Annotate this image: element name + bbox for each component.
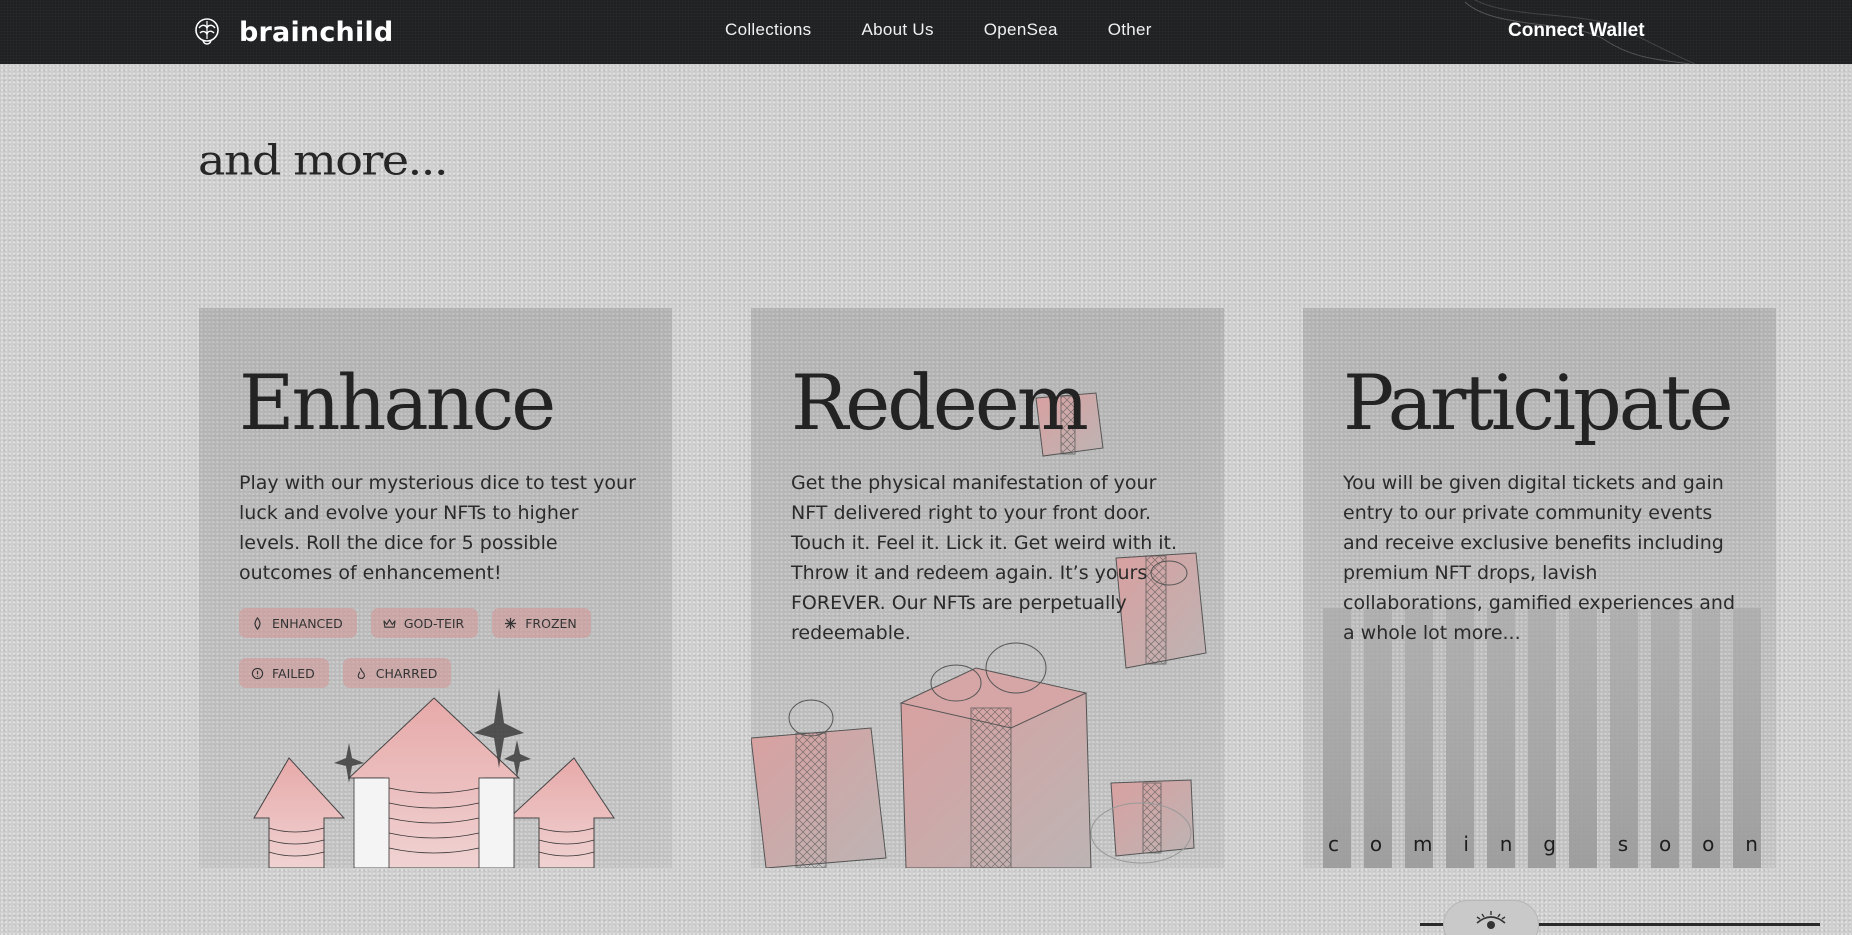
arrows-illustration — [253, 688, 615, 868]
brand-logo[interactable]: brainchild — [191, 16, 393, 48]
tag-label: GOD-TEIR — [403, 615, 465, 631]
coming-soon-letter: o — [1702, 832, 1715, 856]
coming-soon-letter: n — [1499, 832, 1513, 856]
tag-failed[interactable]: FAILED — [239, 658, 329, 688]
nav-link-other[interactable]: Other — [1108, 20, 1152, 40]
coming-soon-letter: o — [1658, 832, 1672, 856]
connect-wallet-button[interactable]: Connect Wallet — [1508, 20, 1645, 42]
coming-soon-letter: m — [1412, 832, 1433, 856]
card-participate: Participate You will be given digital ti… — [1303, 308, 1776, 868]
card-title-redeem: Redeem — [791, 358, 1089, 447]
flame-icon — [254, 616, 261, 630]
coming-soon-letter: o — [1369, 832, 1383, 856]
nav-link-opensea[interactable]: OpenSea — [984, 20, 1058, 40]
card-description-participate: You will be given digital tickets and ga… — [1343, 472, 1736, 644]
tag-label: CHARRED — [375, 665, 438, 681]
coming-soon-letter: g — [1543, 832, 1556, 856]
card-title-participate: Participate — [1343, 358, 1734, 447]
tag-label: ENHANCED — [272, 615, 343, 631]
coming-soon-letter: i — [1463, 832, 1469, 856]
tag-enhanced[interactable]: ENHANCED — [239, 608, 357, 638]
tag-label: FAILED — [272, 665, 315, 681]
card-redeem: Redeem Get the physical manifestation of… — [751, 308, 1224, 868]
coming-soon-letter: c — [1328, 832, 1339, 856]
card-enhance: Enhance Play with our mysterious dice to… — [199, 308, 672, 868]
eye-icon — [1476, 911, 1506, 929]
alert-circle-icon — [251, 667, 264, 679]
coming-soon-letter: s — [1617, 832, 1629, 856]
crown-icon — [383, 618, 396, 628]
card-description-redeem: Get the physical manifestation of your N… — [791, 472, 1178, 644]
enhancement-tags: ENHANCED GOD-TEIR FROZEN FAILED CHARRED — [239, 608, 659, 688]
tag-god-teir[interactable]: GOD-TEIR — [370, 608, 479, 638]
brain-icon — [195, 18, 219, 45]
coming-soon-label: c o m i n g s o o n — [1328, 832, 1758, 856]
section-title: and more... — [198, 136, 449, 185]
scroll-handle[interactable] — [1443, 900, 1539, 935]
tag-charred[interactable]: CHARRED — [342, 658, 452, 688]
nav-link-collections[interactable]: Collections — [725, 20, 811, 40]
main-nav: Collections About Us OpenSea Other — [725, 20, 1152, 40]
snowflake-icon — [505, 617, 517, 629]
card-description-enhance: Play with our mysterious dice to test yo… — [239, 472, 636, 584]
nav-link-about-us[interactable]: About Us — [861, 20, 933, 40]
tag-label: FROZEN — [525, 615, 577, 631]
fire-icon — [357, 667, 365, 679]
tag-frozen[interactable]: FROZEN — [492, 608, 591, 638]
coming-soon-letter: n — [1745, 832, 1758, 856]
card-title-enhance: Enhance — [239, 358, 556, 447]
top-navbar: brainchild Collections About Us OpenSea … — [0, 0, 1852, 64]
brand-name: brainchild — [239, 16, 394, 48]
